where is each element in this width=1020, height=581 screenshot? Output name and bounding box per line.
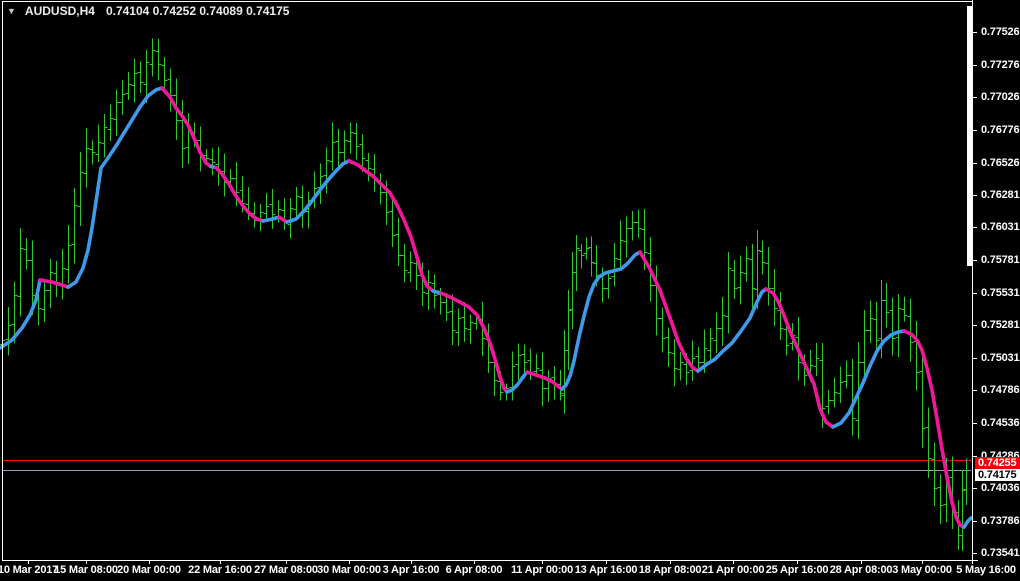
price-axis-label: 0.77526 [981, 26, 1020, 38]
ma-segment-down [160, 86, 213, 169]
price-axis-label: 0.77276 [981, 59, 1020, 71]
ma-segment-down [525, 370, 564, 391]
price-axis-label: 0.74536 [981, 417, 1020, 429]
ma-segment-up [66, 86, 164, 289]
price-axis-label: 0.75781 [981, 254, 1020, 266]
price-axis-label: 0.74036 [981, 482, 1020, 494]
ma-segment-down [214, 165, 265, 223]
price-axis-label: 0.75031 [981, 352, 1020, 364]
price-axis-label: 0.76526 [981, 157, 1020, 169]
ma-segment-up [261, 215, 281, 223]
price-axis-label: 0.73541 [981, 547, 1020, 559]
ma-segment-up [505, 370, 529, 394]
price-axis-label: 0.74786 [981, 384, 1020, 396]
symbol-dropdown-icon[interactable]: ▼ [7, 5, 16, 17]
price-axis-label: 0.73786 [981, 515, 1020, 527]
ma-segment-up [696, 287, 768, 373]
time-axis-label: 5 May 16:00 [956, 564, 1016, 576]
price-axis-label: 0.77026 [981, 91, 1020, 103]
ma-segment-down [347, 159, 435, 293]
ma-segment-up [962, 516, 973, 529]
ohlc-values: 0.74104 0.74252 0.74089 0.74175 [105, 4, 290, 18]
symbol-period-label: AUDUSD,H4 [24, 4, 95, 18]
price-axis-label: 0.76031 [981, 221, 1020, 233]
chart-title: ▼ AUDUSD,H4 0.74104 0.74252 0.74089 0.74… [7, 4, 289, 18]
chart-plot[interactable] [0, 0, 1020, 581]
ask-price-badge: 0.74255 [975, 457, 1020, 469]
price-axis-label: 0.75531 [981, 287, 1020, 299]
price-axis-label: 0.76281 [981, 189, 1020, 201]
ohlc-bar-open-ticks [0, 51, 967, 536]
ma-segment-down [439, 291, 509, 394]
price-axis-label: 0.76776 [981, 124, 1020, 136]
chart-window: ▼ AUDUSD,H4 0.74104 0.74252 0.74089 0.74… [0, 0, 1020, 581]
bid-price-badge: 0.74175 [975, 469, 1020, 481]
price-axis-label: 0.75281 [981, 319, 1020, 331]
ohlc-bars [2, 38, 967, 551]
ma-segment-up [831, 329, 906, 429]
ohlc-bar-close-ticks [2, 50, 970, 536]
